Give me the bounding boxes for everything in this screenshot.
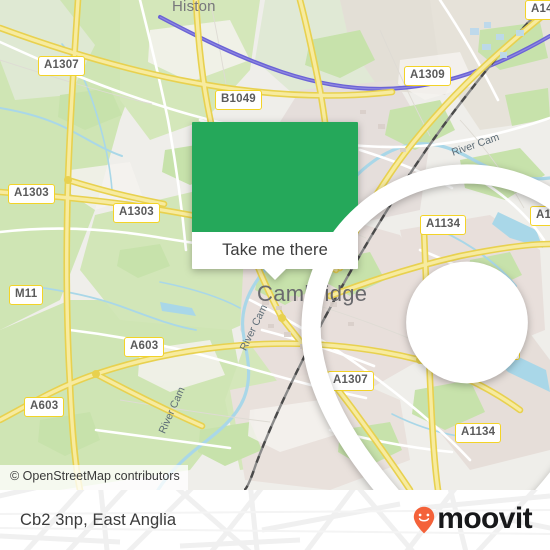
place-title: Cb2 3np, East Anglia (20, 510, 177, 529)
take-me-there-label: Take me there (222, 241, 328, 259)
map-pin-icon (301, 164, 550, 490)
road-shield-a14: A14 (525, 0, 550, 20)
osm-attribution[interactable]: © OpenStreetMap contributors (0, 465, 188, 490)
road-shield-a1303-w: A1303 (8, 184, 55, 204)
road-shield-b1049: B1049 (215, 90, 262, 110)
card-icon-area (192, 122, 550, 490)
road-shield-a603-sw: A603 (24, 397, 65, 417)
card-pointer-triangle (264, 269, 286, 280)
place-label-histon: Histon (172, 0, 216, 15)
moovit-map-screenshot: A1307 B1049 A1309 A14 A1303 A1303 A1134 … (0, 0, 550, 550)
road-shield-a1303-e: A1303 (113, 203, 160, 223)
moovit-logo[interactable]: moovit (413, 490, 533, 550)
take-me-there-card[interactable]: Take me there (192, 122, 550, 490)
road-shield-a1309: A1309 (404, 66, 451, 86)
map-canvas[interactable]: A1307 B1049 A1309 A14 A1303 A1303 A1134 … (0, 0, 550, 490)
card-action-area[interactable]: Take me there (192, 232, 358, 280)
road-shield-a603-n: A603 (124, 337, 165, 357)
road-shield-m11: M11 (9, 285, 44, 305)
road-shield-a1307-nw: A1307 (38, 56, 85, 76)
moovit-wordmark: moovit (437, 502, 532, 535)
moovit-pin-icon (414, 506, 435, 534)
bottom-info-bar: Cb2 3np, East Anglia moovit (0, 490, 550, 550)
